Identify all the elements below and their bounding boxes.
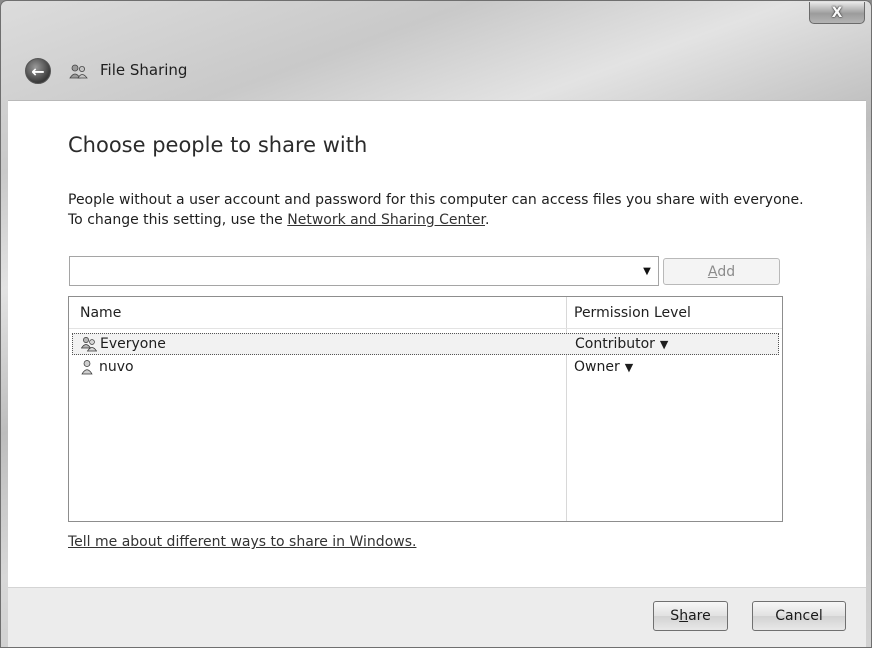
- header-divider: [69, 328, 782, 329]
- share-label-after: are: [688, 608, 711, 624]
- row-name-cell: nuvo: [80, 359, 134, 375]
- add-button-mnemonic: A: [707, 263, 718, 280]
- back-button[interactable]: ←: [25, 58, 51, 84]
- page-heading: Choose people to share with: [68, 133, 368, 157]
- description-line-2: To change this setting, use the Network …: [68, 210, 848, 230]
- dialog-footer: Sh are Cancel: [8, 587, 866, 647]
- content-panel: Choose people to share with People witho…: [8, 100, 866, 588]
- chevron-down-icon[interactable]: ▼: [660, 338, 668, 351]
- user-icon: [80, 359, 96, 375]
- add-button[interactable]: Add: [663, 258, 780, 285]
- row-name: Everyone: [100, 336, 166, 352]
- share-label-before: S: [670, 608, 680, 624]
- row-name: nuvo: [99, 359, 134, 375]
- description-line-2-prefix: To change this setting, use the: [68, 212, 288, 228]
- permission-value: Contributor: [575, 336, 655, 352]
- dropdown-arrow-icon[interactable]: ▼: [636, 257, 658, 285]
- permission-dropdown[interactable]: Contributor ▼: [575, 336, 668, 352]
- learn-more-link[interactable]: Tell me about different ways to share in…: [68, 534, 416, 550]
- column-header-permission[interactable]: Permission Level: [574, 305, 691, 321]
- description: People without a user account and passwo…: [68, 190, 848, 230]
- row-name-cell: Everyone: [81, 336, 166, 352]
- share-button[interactable]: Sh are: [653, 601, 728, 631]
- permission-value: Owner: [574, 359, 620, 375]
- cancel-button[interactable]: Cancel: [752, 601, 846, 631]
- permission-dropdown[interactable]: Owner ▼: [574, 359, 633, 375]
- add-button-label: dd: [717, 263, 736, 280]
- close-button[interactable]: X: [809, 2, 865, 24]
- share-list[interactable]: Name Permission Level Everyone Contribut…: [68, 296, 783, 522]
- network-sharing-center-link[interactable]: Network and Sharing Center: [287, 212, 485, 228]
- column-header-name[interactable]: Name: [80, 305, 121, 321]
- chevron-down-icon[interactable]: ▼: [625, 361, 633, 374]
- back-arrow-icon: ←: [31, 61, 45, 81]
- list-row-nuvo[interactable]: nuvo Owner ▼: [72, 357, 779, 379]
- people-combo-box[interactable]: ▼: [69, 256, 659, 286]
- sharing-icon: [69, 63, 89, 79]
- list-row-everyone[interactable]: Everyone Contributor ▼: [72, 333, 779, 355]
- close-icon: X: [831, 4, 843, 21]
- file-sharing-window: X ← File Sharing Choose people to share …: [0, 0, 872, 648]
- user-group-icon: [81, 336, 97, 352]
- window-title: File Sharing: [100, 61, 188, 79]
- share-label-mnemonic: h: [679, 608, 689, 624]
- description-line-2-suffix: .: [484, 212, 490, 228]
- column-separator: [566, 297, 567, 521]
- description-line-1: People without a user account and passwo…: [68, 192, 804, 208]
